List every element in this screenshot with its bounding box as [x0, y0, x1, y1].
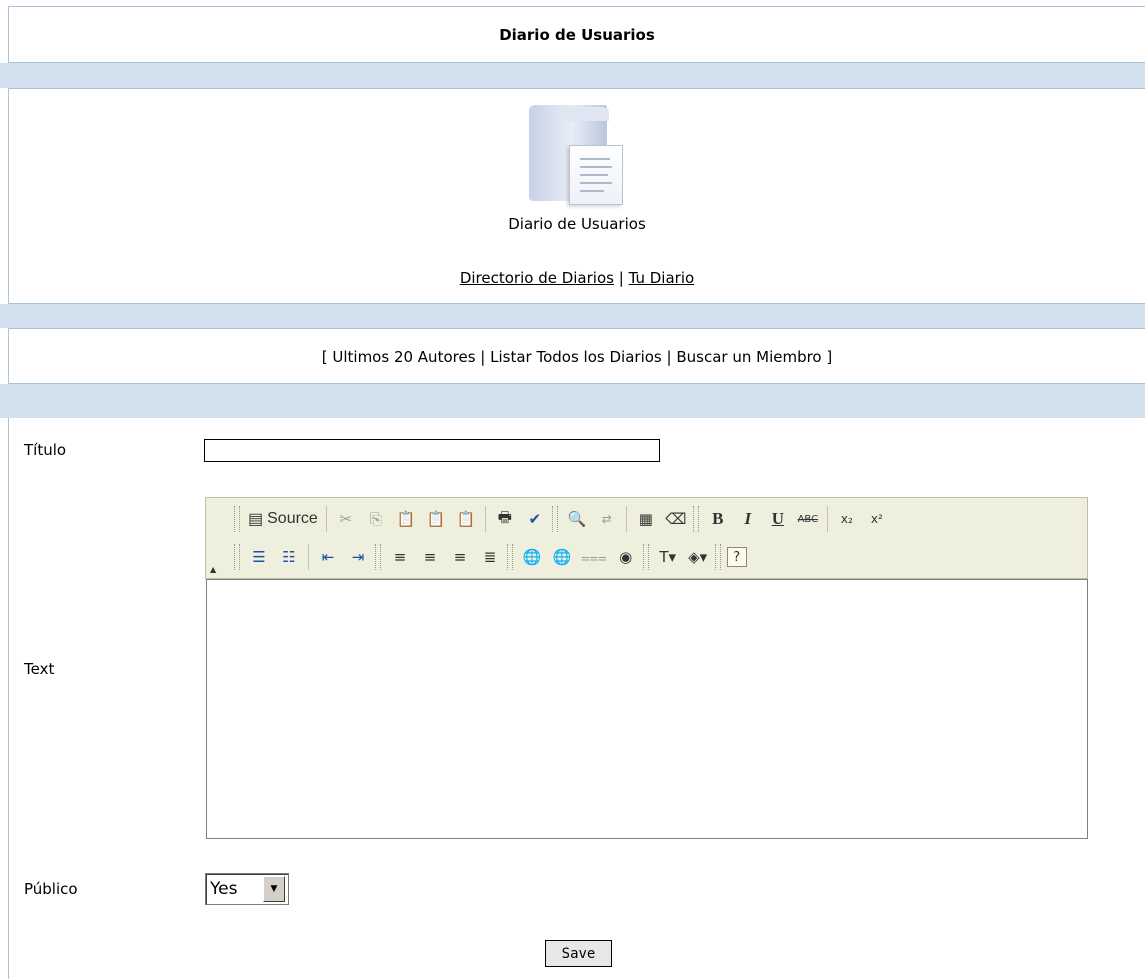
form-left-border — [8, 418, 9, 979]
nav-close-bracket: ] — [826, 348, 833, 366]
print-icon[interactable]: 🖶 — [492, 506, 518, 532]
bold-icon[interactable]: B — [705, 506, 731, 532]
toolbar-grip — [234, 506, 240, 532]
toolbar-grip — [375, 544, 381, 570]
justify-icon[interactable]: ≣ — [477, 544, 503, 570]
cut-icon[interactable]: ✂ — [333, 506, 359, 532]
superscript-icon[interactable]: x² — [864, 506, 890, 532]
nav-buscar-un-miembro[interactable]: Buscar un Miembro — [676, 348, 821, 366]
paste-word-icon[interactable]: 📋 — [453, 506, 479, 532]
about-icon[interactable]: ? — [726, 547, 747, 567]
align-right-icon[interactable]: ≡ — [447, 544, 473, 570]
divider-band — [0, 63, 1145, 88]
italic-icon[interactable]: I — [735, 506, 761, 532]
paste-icon[interactable]: 📋 — [393, 506, 419, 532]
journal-nav: [ Ultimos 20 Autores | Listar Todos los … — [8, 328, 1145, 384]
link-separator: | — [618, 269, 624, 287]
link-tu-diario[interactable]: Tu Diario — [629, 269, 695, 287]
underline-icon[interactable]: U — [765, 506, 791, 532]
source-button[interactable]: ▤ Source — [246, 506, 320, 532]
spellcheck-icon[interactable]: ✔ — [522, 506, 548, 532]
link-directorio-de-diarios[interactable]: Directorio de Diarios — [460, 269, 614, 287]
source-icon: ▤ — [248, 511, 264, 528]
rich-text-editor: ▲ ▤ Source ✂ ⎘ 📋 📋 📋 🖶 ✔ 🔍 ⇄ ▦ ⌫ B I U A… — [205, 497, 1088, 839]
background-color-icon[interactable]: ◈▾ — [685, 544, 711, 570]
page-title: Diario de Usuarios — [499, 26, 655, 44]
text-label: Text — [24, 660, 55, 678]
divider-band — [0, 384, 1145, 418]
toolbar-row-2: ☰ ☷ ⇤ ⇥ ≡ ≡ ≡ ≣ 🌐 🌐 ⩶ ◉ T▾ ◈▾ ? — [232, 540, 749, 574]
toolbar-grip — [551, 506, 558, 532]
nav-open-bracket: [ — [321, 348, 328, 366]
source-label: Source — [267, 510, 318, 527]
publico-selected-value: Yes — [210, 879, 238, 899]
align-left-icon[interactable]: ≡ — [387, 544, 413, 570]
strikethrough-icon[interactable]: ABC — [795, 506, 821, 532]
link-icon[interactable]: 🌐 — [519, 544, 545, 570]
editor-content-area[interactable] — [206, 579, 1088, 839]
titulo-label: Título — [24, 441, 67, 459]
subscript-icon[interactable]: x₂ — [834, 506, 860, 532]
nav-listar-todos-los-diarios[interactable]: Listar Todos los Diarios — [490, 348, 662, 366]
folder-document-icon — [529, 105, 629, 205]
horizontal-rule-icon[interactable]: ⩶ — [579, 544, 609, 570]
text-color-icon[interactable]: T▾ — [655, 544, 681, 570]
align-center-icon[interactable]: ≡ — [417, 544, 443, 570]
nav-separator: | — [480, 348, 486, 366]
journal-header: Diario de Usuarios Directorio de Diarios… — [8, 88, 1145, 304]
unordered-list-icon[interactable]: ☷ — [276, 544, 302, 570]
replace-icon[interactable]: ⇄ — [594, 506, 620, 532]
select-all-icon[interactable]: ▦ — [633, 506, 659, 532]
toolbar-grip — [507, 544, 513, 570]
unlink-icon[interactable]: 🌐 — [549, 544, 575, 570]
find-icon[interactable]: 🔍 — [564, 506, 590, 532]
nav-ultimos-20-autores[interactable]: Ultimos 20 Autores — [332, 348, 475, 366]
header-label: Diario de Usuarios — [508, 215, 646, 233]
toolbar-grip — [234, 544, 240, 570]
divider-band — [0, 304, 1145, 328]
toolbar-row-1: ▤ Source ✂ ⎘ 📋 📋 📋 🖶 ✔ 🔍 ⇄ ▦ ⌫ B I U ABC… — [232, 502, 892, 536]
titulo-input[interactable] — [204, 439, 660, 462]
paste-text-icon[interactable]: 📋 — [423, 506, 449, 532]
indent-icon[interactable]: ⇥ — [345, 544, 371, 570]
copy-icon[interactable]: ⎘ — [363, 506, 389, 532]
remove-format-icon[interactable]: ⌫ — [663, 506, 689, 532]
collapse-toolbar-icon[interactable]: ▲ — [210, 565, 216, 574]
page-title-box: Diario de Usuarios — [8, 6, 1145, 63]
special-char-icon[interactable]: ◉ — [613, 544, 639, 570]
outdent-icon[interactable]: ⇤ — [315, 544, 341, 570]
ordered-list-icon[interactable]: ☰ — [246, 544, 272, 570]
header-links: Directorio de Diarios | Tu Diario — [9, 269, 1145, 287]
toolbar-grip — [642, 544, 649, 570]
nav-separator: | — [666, 348, 672, 366]
dropdown-arrow-icon[interactable]: ▼ — [263, 876, 285, 902]
editor-toolbar: ▲ ▤ Source ✂ ⎘ 📋 📋 📋 🖶 ✔ 🔍 ⇄ ▦ ⌫ B I U A… — [205, 497, 1088, 579]
publico-label: Público — [24, 880, 78, 898]
save-button[interactable]: Save — [545, 940, 612, 967]
toolbar-grip — [692, 506, 699, 532]
publico-select[interactable]: Yes ▼ — [205, 873, 289, 905]
toolbar-grip — [714, 544, 721, 570]
